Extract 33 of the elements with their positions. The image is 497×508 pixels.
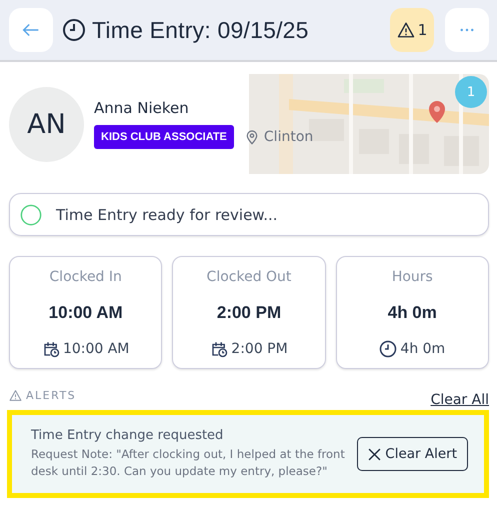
clock-icon [379,340,398,358]
stat-detail: 4h 0m [400,341,446,357]
warning-icon [396,21,415,39]
warning-icon [9,389,22,402]
stat-value: 4h 0m [388,302,437,322]
calendar-clock-icon [210,340,228,358]
stat-detail: 2:00 PM [231,341,288,357]
stat-detail: 10:00 AM [62,341,130,357]
window-title: Time Entry: 09/15/25 [92,16,309,44]
alert-count-button[interactable]: 1 [390,8,434,52]
clear-all-link[interactable]: Clear All [430,392,489,408]
clock-icon [62,18,86,42]
back-button[interactable] [9,8,53,52]
stat-label: Clocked In [49,269,122,285]
location-pin-icon [244,129,260,145]
location-label: Clinton [264,129,314,145]
section-heading: ALERTS [26,389,76,402]
more-button[interactable] [445,8,489,52]
role-badge: KIDS CLUB ASSOCIATE [94,125,234,149]
stat-label: Hours [392,269,433,285]
more-icon [460,28,474,32]
status-text: Time Entry ready for review... [56,206,278,224]
stat-value: 10:00 AM [48,302,123,322]
avatar: AN [9,86,84,162]
stat-label: Clocked Out [206,269,292,285]
person-name: Anna Nieken [94,99,190,117]
status-ring-icon [20,204,42,226]
alert-title: Time Entry change requested [31,428,224,444]
close-icon [368,448,382,460]
calendar-clock-icon [42,340,60,358]
alert-note: Request Note: "After clocking out, I helped at the front desk until 2:30. Can you update my entry, please?" [31,446,346,480]
stat-value: 2:00 PM [216,302,282,322]
clear-alert-button[interactable]: Clear Alert [357,437,468,471]
